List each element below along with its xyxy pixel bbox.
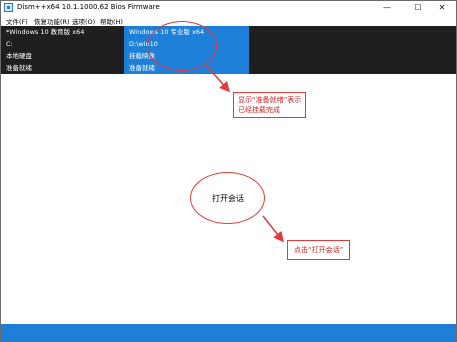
arrow-ready bbox=[205, 64, 230, 93]
annotation-arrows bbox=[205, 64, 284, 243]
arrow-open-session bbox=[262, 215, 284, 243]
